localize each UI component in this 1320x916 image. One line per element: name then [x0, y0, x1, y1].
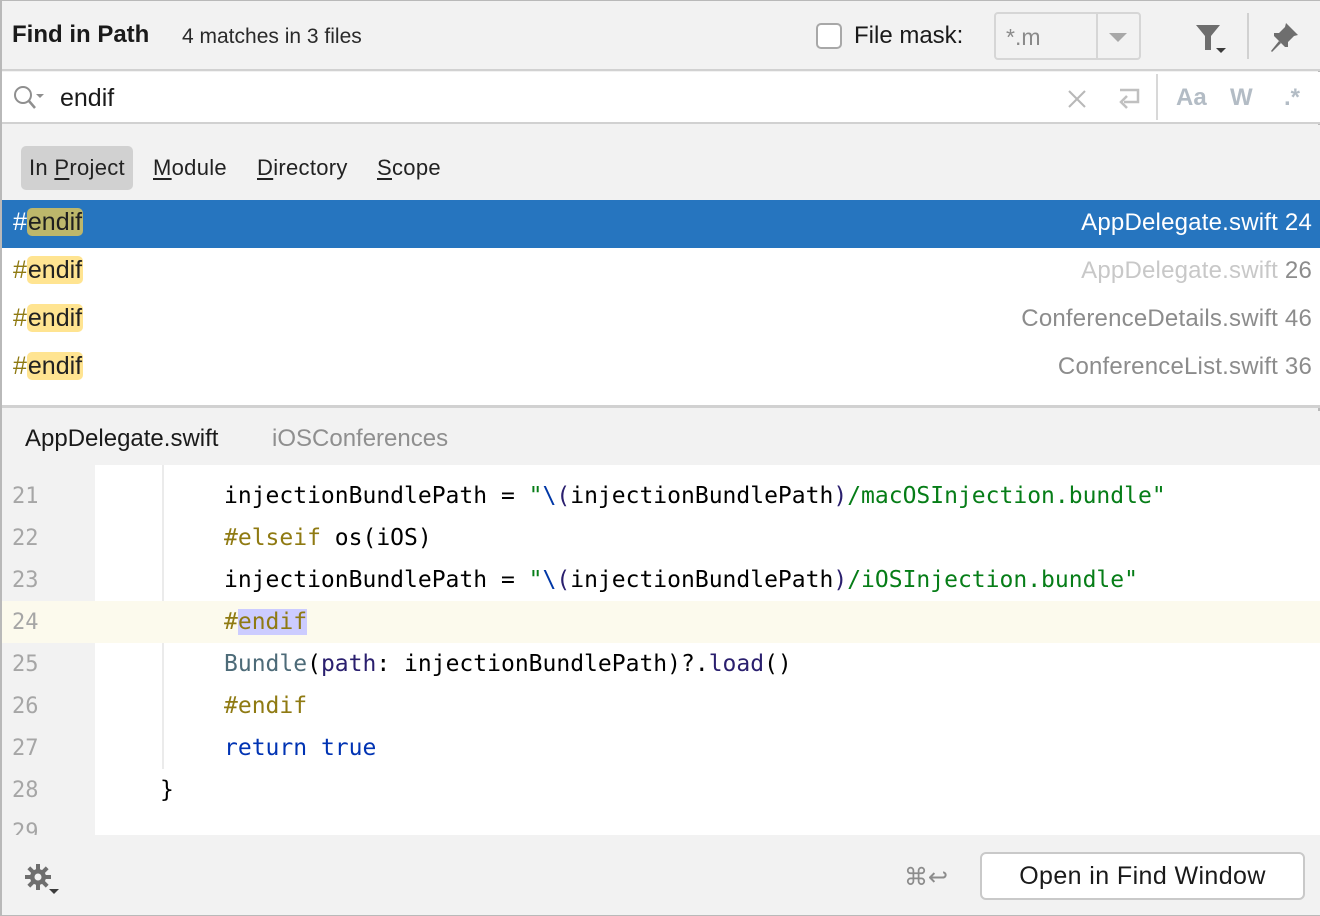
- match-highlight: endif: [26, 304, 84, 332]
- result-location: ConferenceDetails.swift 46: [1021, 305, 1312, 332]
- code-text: #elseif os(iOS): [224, 525, 432, 551]
- tab-in-project[interactable]: In Project: [21, 146, 133, 190]
- code-text: injectionBundlePath = "\(injectionBundle…: [224, 483, 1166, 509]
- chevron-down-icon[interactable]: [1109, 33, 1127, 42]
- line-number: 23: [12, 568, 39, 593]
- line-number: 24: [12, 610, 39, 635]
- line-number: 27: [12, 736, 39, 761]
- file-mask-value: *.m: [1006, 24, 1041, 50]
- code-line: 22 #elseif os(iOS): [2, 517, 1320, 559]
- match-highlight: endif: [26, 256, 84, 284]
- regex-toggle[interactable]: .*: [1284, 84, 1300, 112]
- tab-directory[interactable]: Directory: [249, 146, 356, 190]
- file-mask-checkbox[interactable]: [816, 23, 842, 49]
- gear-icon[interactable]: [24, 863, 60, 895]
- code-text: return true: [224, 735, 377, 761]
- result-row[interactable]: #endif AppDelegate.swift 26: [2, 248, 1320, 296]
- line-number: 29: [12, 820, 39, 835]
- result-code: #endif: [13, 208, 84, 236]
- match-highlight: endif: [26, 352, 84, 380]
- result-code: #endif: [13, 304, 84, 332]
- result-code: #endif: [13, 256, 84, 284]
- clear-icon[interactable]: [1064, 86, 1090, 112]
- result-location: AppDelegate.swift 24: [1081, 209, 1312, 236]
- newline-icon[interactable]: [1114, 84, 1144, 114]
- code-line: 24 #endif: [2, 601, 1320, 643]
- line-number: 25: [12, 652, 39, 677]
- filter-icon[interactable]: [1194, 23, 1230, 55]
- code-text: #endif: [224, 693, 308, 719]
- code-text: Bundle(path: injectionBundlePath)?.load(…: [224, 651, 792, 677]
- code-line: 25 Bundle(path: injectionBundlePath)?.loa…: [2, 643, 1320, 685]
- search-options-divider: [1156, 74, 1158, 120]
- code-line: 23 injectionBundlePath = "\(injectionBund…: [2, 559, 1320, 601]
- preview-file-name: AppDelegate.swift: [25, 425, 219, 452]
- dialog-footer: ⌘↩ Open in Find Window: [2, 835, 1320, 915]
- line-number: 28: [12, 778, 39, 803]
- code-line: 27 return true: [2, 727, 1320, 769]
- search-icon[interactable]: [12, 84, 46, 112]
- editor-match-highlight: endif: [237, 609, 308, 635]
- shortcut-hint: ⌘↩: [904, 864, 949, 891]
- result-location: AppDelegate.swift 26: [1081, 257, 1312, 284]
- code-line: 28}: [2, 769, 1320, 811]
- header-divider: [1247, 13, 1249, 59]
- code-text: #endif: [224, 609, 308, 635]
- file-mask-combobox[interactable]: *.m: [994, 12, 1141, 60]
- tab-scope[interactable]: Scope: [369, 146, 449, 190]
- result-row[interactable]: #endif AppDelegate.swift 24: [2, 200, 1320, 248]
- match-highlight: endif: [26, 208, 84, 236]
- result-code: #endif: [13, 352, 84, 380]
- code-preview[interactable]: 21 injectionBundlePath = "\(injectionBund…: [2, 465, 1320, 835]
- file-mask-label: File mask:: [854, 22, 964, 49]
- code-line: 26 #endif: [2, 685, 1320, 727]
- code-text: injectionBundlePath = "\(injectionBundle…: [224, 567, 1138, 593]
- search-bar: Aa W .*: [2, 72, 1320, 124]
- result-row[interactable]: #endif ConferenceList.swift 36: [2, 344, 1320, 392]
- dialog-header: Find in Path 4 matches in 3 files File m…: [2, 1, 1320, 71]
- code-text: }: [160, 777, 174, 803]
- preview-header: AppDelegate.swift iOSConferences: [2, 411, 1320, 465]
- open-in-find-window-button[interactable]: Open in Find Window: [980, 852, 1305, 900]
- pin-icon[interactable]: [1268, 21, 1300, 53]
- find-in-path-dialog: Find in Path 4 matches in 3 files File m…: [0, 0, 1320, 916]
- line-number: 21: [12, 484, 39, 509]
- results-list: #endif AppDelegate.swift 24 #endif AppDe…: [2, 200, 1320, 408]
- dialog-title: Find in Path: [12, 21, 150, 48]
- line-number: 22: [12, 526, 39, 551]
- result-location: ConferenceList.swift 36: [1057, 353, 1312, 380]
- match-summary: 4 matches in 3 files: [182, 25, 362, 48]
- code-line: 29: [2, 811, 1320, 835]
- search-input[interactable]: [60, 80, 1040, 116]
- match-case-toggle[interactable]: Aa: [1176, 84, 1207, 112]
- combo-separator: [1096, 14, 1098, 58]
- line-number: 26: [12, 694, 39, 719]
- tab-module[interactable]: Module: [145, 146, 235, 190]
- result-row[interactable]: #endif ConferenceDetails.swift 46: [2, 296, 1320, 344]
- code-line: 21 injectionBundlePath = "\(injectionBund…: [2, 475, 1320, 517]
- scope-tabs: In Project Module Directory Scope: [2, 125, 1320, 200]
- whole-words-toggle[interactable]: W: [1230, 84, 1253, 112]
- preview-module-name: iOSConferences: [272, 425, 449, 452]
